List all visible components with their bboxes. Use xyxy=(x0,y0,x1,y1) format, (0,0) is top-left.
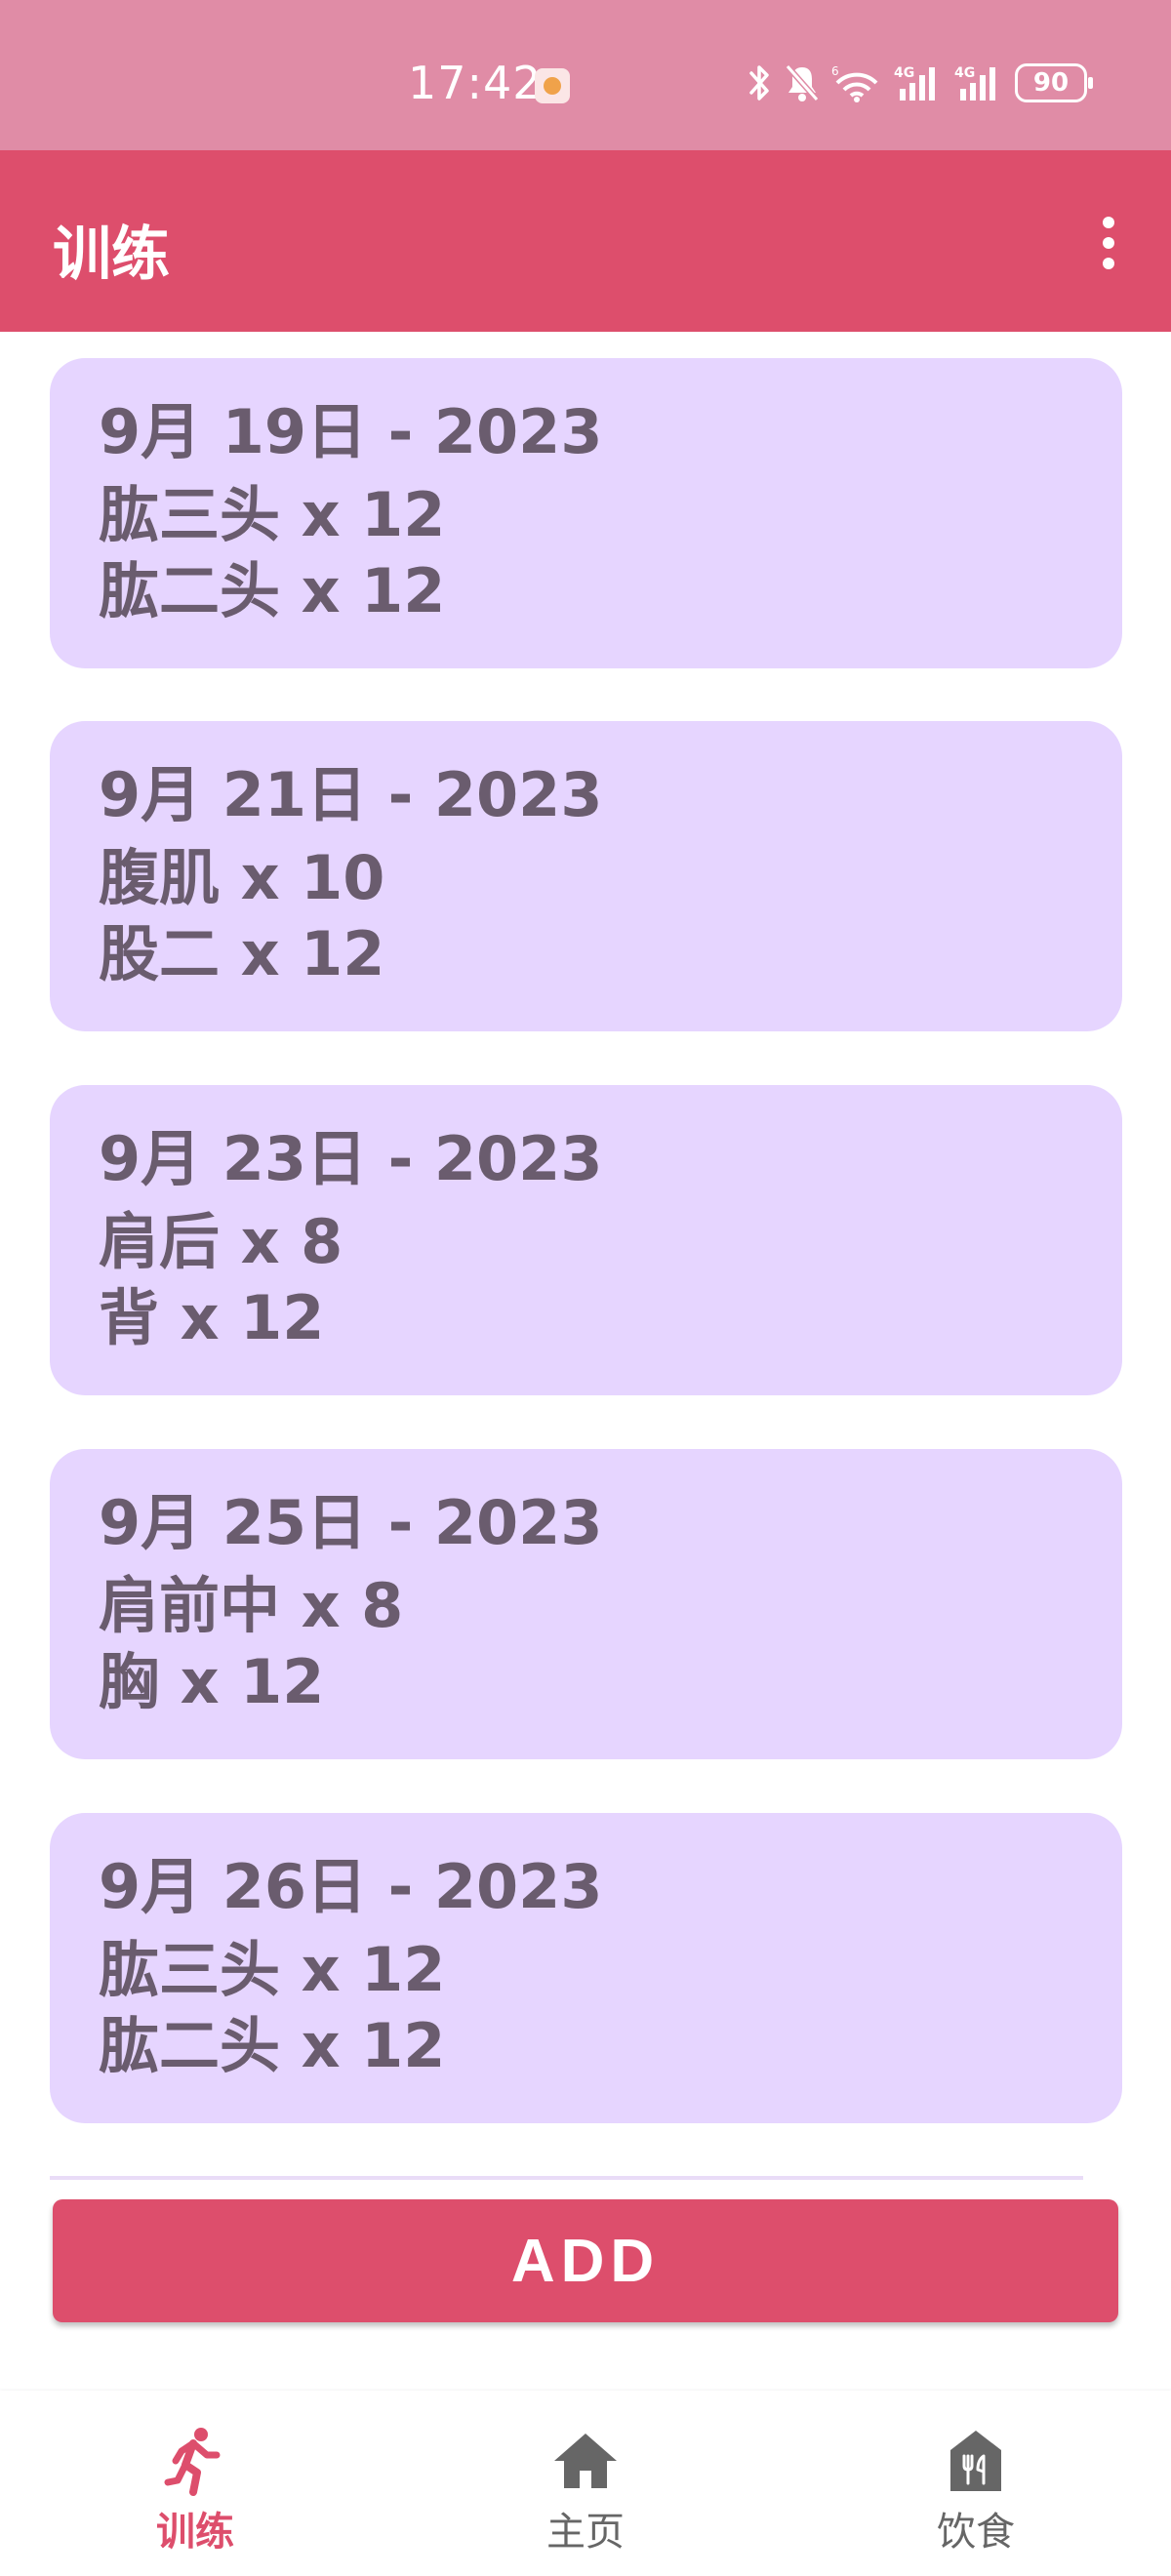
menu-dot xyxy=(1103,217,1114,228)
nav-label: 饮食 xyxy=(937,2510,1015,2555)
workout-date: 9月 26日 - 2023 xyxy=(99,1851,603,1922)
exercise-line: 肱三头 x 12 xyxy=(99,1934,446,2005)
exercise-line: 肱三头 x 12 xyxy=(99,479,446,550)
nav-item-training[interactable]: 训练 xyxy=(0,2391,390,2576)
exercise-line: 胸 x 12 xyxy=(99,1646,325,1717)
svg-text:4G: 4G xyxy=(954,65,975,81)
svg-text:6: 6 xyxy=(831,64,839,78)
status-bar: 17:42 6 4G 4G 90 xyxy=(0,0,1171,150)
restaurant-icon xyxy=(939,2424,1013,2498)
exercise-line: 肩后 x 8 xyxy=(99,1206,343,1277)
menu-dot xyxy=(1103,258,1114,269)
status-time: 17:42 xyxy=(408,57,543,109)
exercise-line: 肩前中 x 8 xyxy=(99,1570,404,1641)
overflow-menu-icon[interactable] xyxy=(1081,209,1136,277)
menu-dot xyxy=(1103,237,1114,249)
workout-date: 9月 21日 - 2023 xyxy=(99,759,603,830)
svg-text:4G: 4G xyxy=(894,65,914,81)
notification-app-icon xyxy=(535,68,570,103)
workout-list[interactable]: 9月 19日 - 2023 肱三头 x 12 肱二头 x 12 9月 21日 -… xyxy=(0,332,1171,2179)
workout-card[interactable]: 9月 26日 - 2023 肱三头 x 12 肱二头 x 12 xyxy=(50,1813,1122,2123)
signal-4g-icon: 4G xyxy=(954,63,1003,102)
wifi-icon: 6 xyxy=(831,63,882,102)
workout-date: 9月 23日 - 2023 xyxy=(99,1123,603,1194)
nav-item-diet[interactable]: 饮食 xyxy=(781,2391,1171,2576)
home-icon xyxy=(548,2424,623,2498)
workout-card[interactable]: 9月 21日 - 2023 腹肌 x 10 股二 x 12 xyxy=(50,721,1122,1031)
exercise-line: 肱二头 x 12 xyxy=(99,555,446,626)
page-title: 训练 xyxy=(53,221,170,289)
workout-card[interactable]: 9月 25日 - 2023 肩前中 x 8 胸 x 12 xyxy=(50,1449,1122,1759)
workout-date: 9月 19日 - 2023 xyxy=(99,396,603,467)
exercise-line: 腹肌 x 10 xyxy=(99,842,385,913)
nav-item-home[interactable]: 主页 xyxy=(390,2391,781,2576)
battery-icon: 90 xyxy=(1015,63,1093,102)
workout-card[interactable]: 9月 19日 - 2023 肱三头 x 12 肱二头 x 12 xyxy=(50,358,1122,668)
run-icon xyxy=(158,2424,232,2498)
workout-date: 9月 25日 - 2023 xyxy=(99,1487,603,1558)
workout-card-peek xyxy=(50,2176,1083,2180)
bottom-navigation: 训练 主页 饮食 xyxy=(0,2391,1171,2576)
exercise-line: 背 x 12 xyxy=(99,1282,325,1353)
app-bar: 训练 xyxy=(0,150,1171,332)
exercise-line: 股二 x 12 xyxy=(99,918,385,989)
status-icons: 6 4G 4G 90 xyxy=(747,59,1093,107)
workout-card[interactable]: 9月 23日 - 2023 肩后 x 8 背 x 12 xyxy=(50,1085,1122,1395)
signal-4g-icon: 4G xyxy=(894,63,943,102)
bluetooth-icon xyxy=(747,63,773,102)
add-button[interactable]: ADD xyxy=(53,2199,1118,2322)
exercise-line: 肱二头 x 12 xyxy=(99,2010,446,2081)
mute-icon xyxy=(785,63,820,102)
nav-label: 训练 xyxy=(156,2510,234,2555)
nav-label: 主页 xyxy=(546,2510,625,2555)
